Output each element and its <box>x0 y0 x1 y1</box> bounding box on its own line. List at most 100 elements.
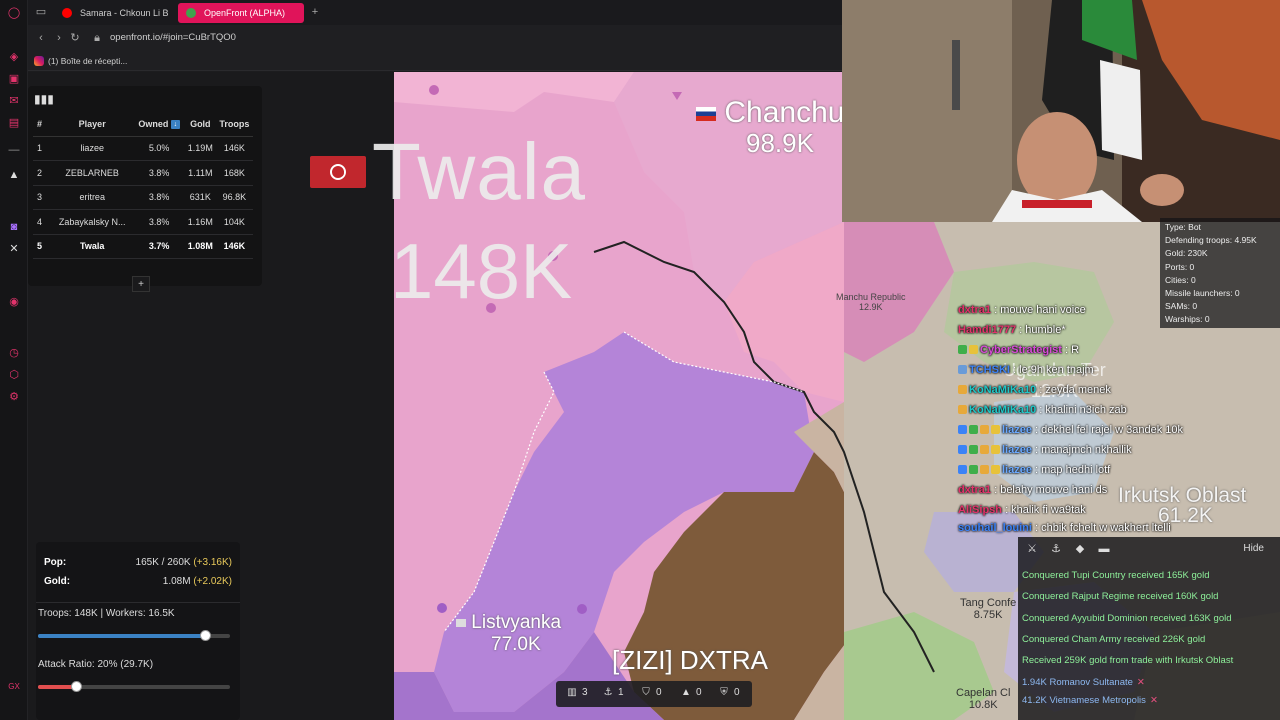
slider-handle[interactable] <box>71 681 83 692</box>
hide-events-button[interactable]: Hide <box>1243 543 1264 554</box>
table-row-self[interactable]: 5 Twala 3.7% 1.08M 146K <box>33 234 253 259</box>
chat-message: TCHSKI : le 9h ken tnajm <box>958 360 1094 380</box>
incoming-attack-row[interactable]: 1.94K Romanov Sultanate ✕ <box>1022 676 1145 690</box>
chat-message: AliSipsh : khalik fi wa9tak <box>958 500 1086 520</box>
forward-icon[interactable]: › <box>52 31 66 45</box>
tab-label: OpenFront (ALPHA) <box>204 8 286 18</box>
chat-user: souhail_louini <box>958 522 1032 534</box>
bookmark-inbox[interactable]: (1) Boîte de récepti... <box>34 55 127 67</box>
missile-count[interactable]: ▲ 0 <box>680 687 702 698</box>
reload-icon[interactable]: ↻ <box>68 31 82 45</box>
badge-icon <box>958 385 967 394</box>
mail-icon[interactable]: ✉ <box>7 94 21 108</box>
col-gold[interactable]: Gold <box>184 112 216 137</box>
missile-count-value: 0 <box>696 687 702 698</box>
col-owned[interactable]: Owned ↓ <box>133 112 185 137</box>
chat-user: CyberStrategist <box>980 344 1062 356</box>
sort-down-icon[interactable]: ↓ <box>170 119 180 129</box>
close-icon[interactable]: ✕ <box>1137 677 1145 688</box>
tooltip-line: Missile launchers: 0 <box>1165 288 1240 299</box>
map-label-chanchu: Chanchu <box>696 96 844 130</box>
incoming-attack-row[interactable]: 41.2K Vietnamese Metropolis ✕ <box>1022 694 1158 708</box>
x-icon[interactable]: ✕ <box>7 242 21 256</box>
address-bar: ‹ › ↻ 🔒︎ openfront.io/#join=CuBrTQO0 <box>28 25 842 51</box>
city-count-value: 3 <box>582 687 588 698</box>
table-row[interactable]: 3 eritrea 3.8% 631K 96.8K <box>33 185 253 210</box>
new-tab-button[interactable]: + <box>308 5 322 19</box>
table-row[interactable]: 1 liazee 5.0% 1.19M 146K <box>33 136 253 161</box>
event-log-header: ⚔ ⚓ ◆ ▬ Hide <box>1018 537 1280 561</box>
tab-openfront[interactable]: OpenFront (ALPHA) <box>178 3 304 23</box>
chat-user: TCHSKI <box>969 364 1010 376</box>
tab-samara[interactable]: Samara - Chkoun Li B <box>54 3 172 23</box>
cube-icon[interactable]: ⬡ <box>7 368 21 382</box>
twitch-icon[interactable]: ◙ <box>7 220 21 234</box>
divider <box>36 602 240 603</box>
sam-icon: ⛨ <box>720 687 728 698</box>
tooltip-line: Gold: 230K <box>1165 248 1208 259</box>
chat-message: souhail_louini : chbik fchelt w wakhert … <box>958 518 1171 538</box>
troops-ratio-slider[interactable] <box>38 630 230 641</box>
player-icon[interactable]: ◉ <box>7 295 21 309</box>
tab-bar: ▭ Samara - Chkoun Li B OpenFront (ALPHA)… <box>28 0 842 25</box>
chat-message: CyberStrategist : R <box>958 340 1079 360</box>
owned: 3.7% <box>133 234 185 259</box>
pop-value-wrap: 165K / 260K (+3.16K) <box>136 556 232 570</box>
tab-label: Samara - Chkoun Li B <box>80 8 169 18</box>
map-label-capelan: Capelan Cl 10.8K <box>956 687 1010 711</box>
chat-user: dxtra1 <box>958 304 992 316</box>
gx-icon[interactable]: GX <box>7 680 21 694</box>
table-row[interactable]: 4 Zabaykalsky N... 3.8% 1.16M 104K <box>33 209 253 235</box>
aria-icon[interactable]: ▲ <box>7 168 21 182</box>
troops-workers-label: Troops: 148K | Workers: 16.5K <box>38 608 175 619</box>
rank: 3 <box>33 185 51 210</box>
close-icon[interactable]: ✕ <box>1150 695 1158 706</box>
ally-filter-icon[interactable]: ◆ <box>1074 543 1086 555</box>
attack-ratio-slider[interactable] <box>38 681 230 692</box>
event-message: 1.94K Romanov Sultanate <box>1022 677 1133 688</box>
col-owned-label: Owned <box>138 118 169 129</box>
lock-icon: 🔒︎ <box>94 32 100 44</box>
col-troops[interactable]: Troops <box>215 112 253 137</box>
port-count[interactable]: ⚓ 1 <box>602 687 624 698</box>
table-row[interactable]: 2 ZEBLARNEB 3.8% 1.11M 168K <box>33 160 253 186</box>
chat-text: : le 9h ken tnajm <box>1009 364 1094 376</box>
chat-message: KoNaMiKa10 : zeyda menek <box>958 380 1111 400</box>
player-stats-panel: Pop: 165K / 260K (+3.16K) Gold: 1.08M (+… <box>36 542 240 720</box>
port-count-value: 1 <box>618 687 624 698</box>
sword-filter-icon[interactable]: ⚔ <box>1026 543 1038 555</box>
back-icon[interactable]: ‹ <box>34 31 48 45</box>
event-message: Conquered Ayyubid Dominion received 163K… <box>1022 613 1232 624</box>
city-count[interactable]: ▥ 3 <box>566 687 588 698</box>
leaderboard-icon[interactable]: ▮▮▮ <box>34 92 54 106</box>
chat-filter-icon[interactable]: ▬ <box>1098 543 1110 555</box>
trade-filter-icon[interactable]: ⚓ <box>1050 543 1062 555</box>
opera-logo-icon[interactable]: ◯ <box>7 6 21 20</box>
defense-count-value: 0 <box>656 687 662 698</box>
url-field[interactable]: openfront.io/#join=CuBrTQO0 <box>110 31 236 45</box>
leaderboard-expand-button[interactable]: + <box>132 276 150 292</box>
sam-count[interactable]: ⛨ 0 <box>718 687 739 698</box>
chat-user: KoNaMiKa10 <box>969 384 1037 396</box>
screen: ◯ ◈ ▣ ✉ ▤ — ▲ ◙ ✕ ◉ ◷ ⬡ ⚙ GX ▭ Samara - … <box>0 0 1280 720</box>
workspaces-icon[interactable]: ▭ <box>34 5 48 19</box>
slider-handle[interactable] <box>200 630 212 641</box>
pop-row: Pop: 165K / 260K (+3.16K) <box>44 556 232 570</box>
chat-text: : belahy mouve hani ds <box>991 484 1108 496</box>
col-player[interactable]: Player <box>51 112 134 137</box>
bag-icon[interactable]: ▣ <box>7 72 21 86</box>
shield-icon: ⛉ <box>642 687 650 698</box>
gold-value: 1.08M <box>162 576 191 587</box>
badge-icon <box>958 445 967 454</box>
player-flag-icon[interactable] <box>310 156 366 188</box>
history-icon[interactable]: ◷ <box>7 346 21 360</box>
shop-icon[interactable]: ▤ <box>7 116 21 130</box>
youtube-icon <box>62 8 72 18</box>
rank: 4 <box>33 209 51 235</box>
home-icon[interactable]: ◈ <box>7 50 21 64</box>
defense-count[interactable]: ⛉ 0 <box>640 687 662 698</box>
gold-row: Gold: 1.08M (+2.02K) <box>44 575 232 589</box>
settings-icon[interactable]: ⚙ <box>7 390 21 404</box>
badge-icon <box>991 445 1000 454</box>
player: ZEBLARNEB <box>51 160 134 186</box>
